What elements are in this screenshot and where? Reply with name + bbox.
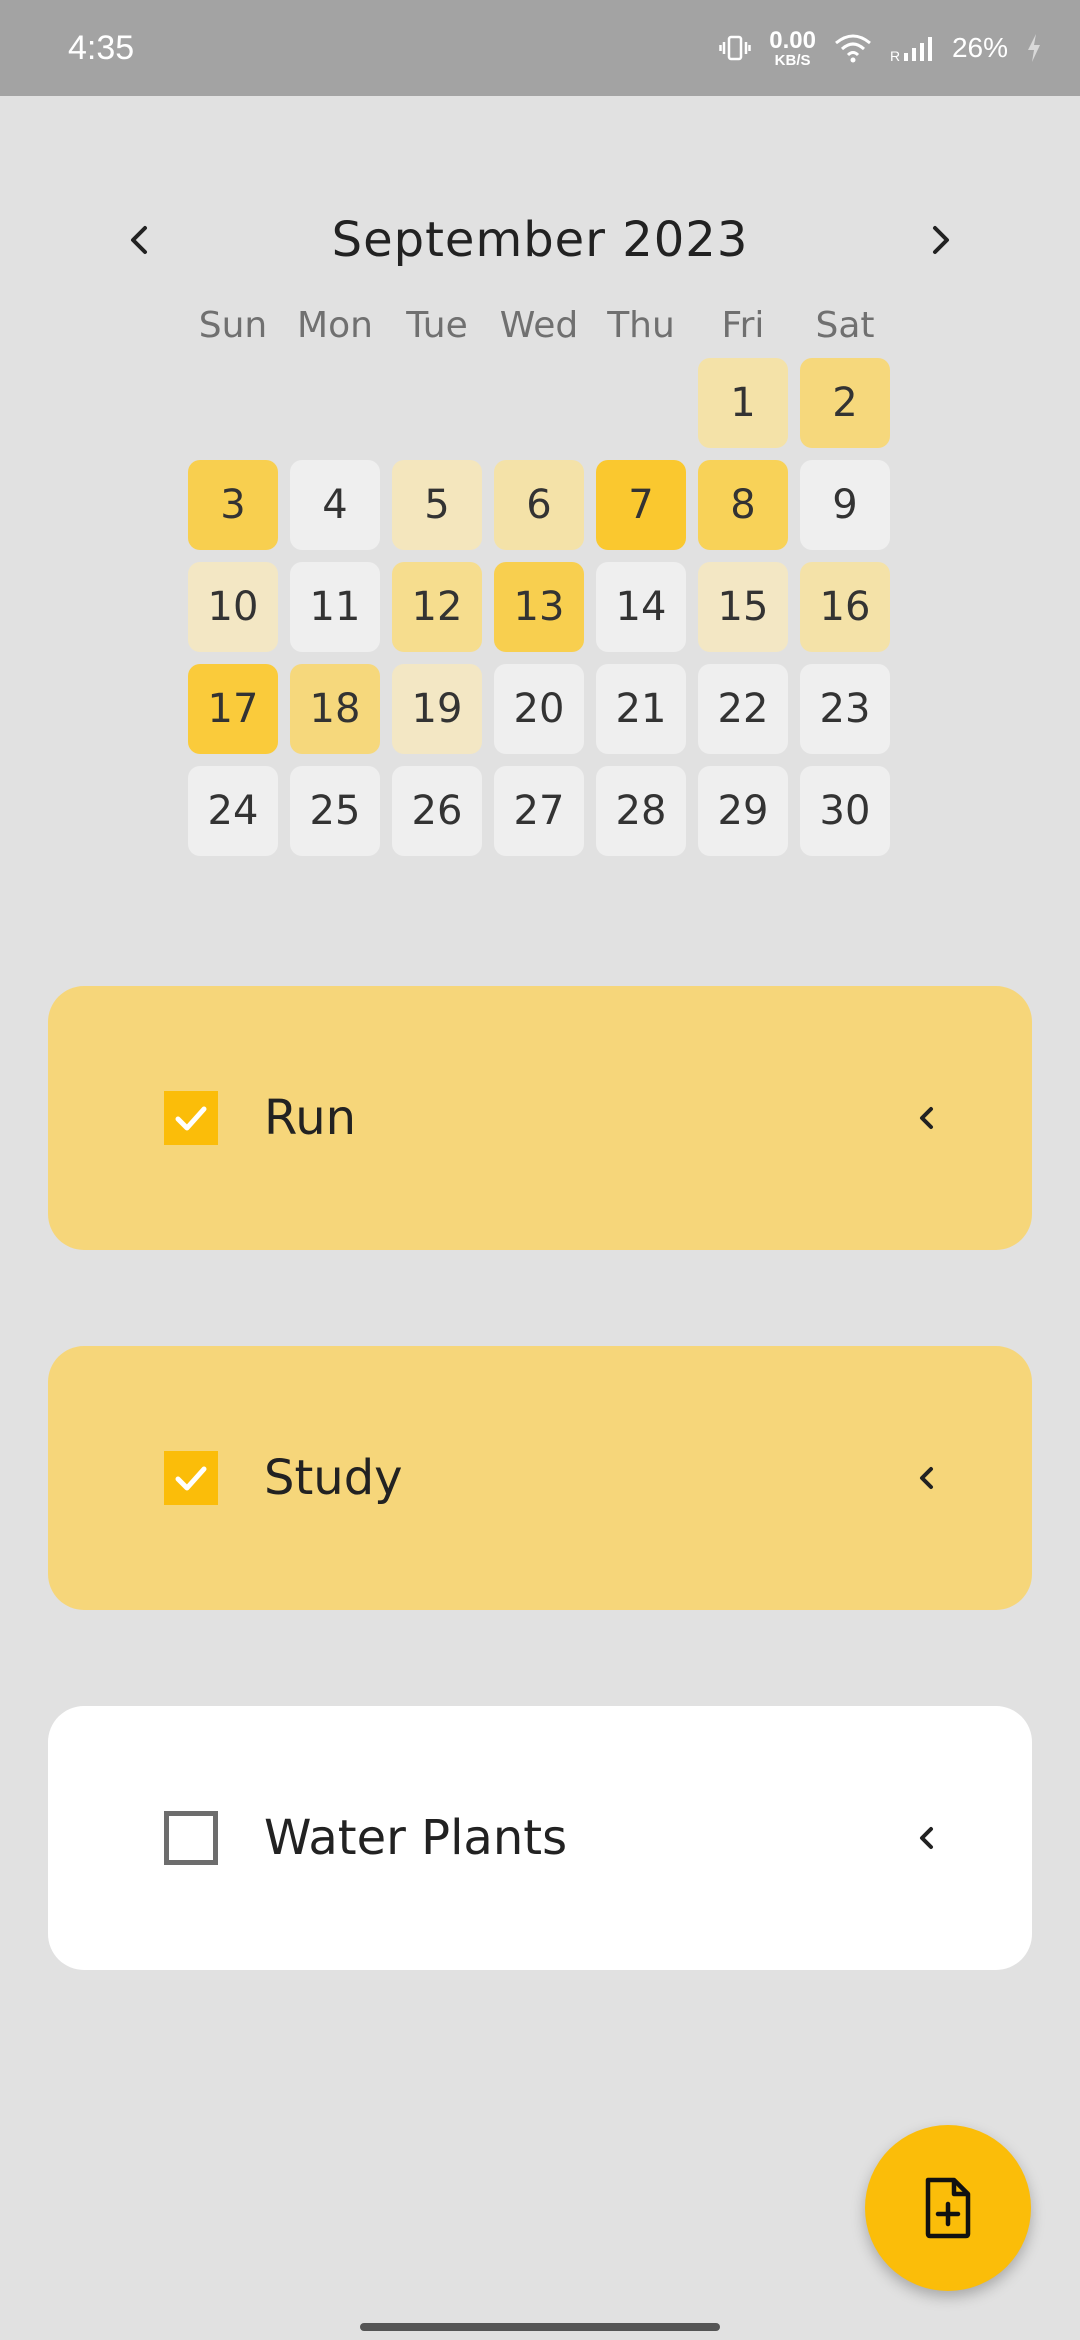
calendar-day-8[interactable]: 8 [698,460,788,550]
calendar-empty-cell [596,358,686,448]
calendar-day-7[interactable]: 7 [596,460,686,550]
network-speed-value: 0.00 [769,26,816,54]
month-title: September 2023 [331,212,749,268]
weekday-label: Mon [297,305,373,346]
calendar-day-29[interactable]: 29 [698,766,788,856]
chevron-left-icon [920,1107,933,1129]
home-indicator [360,2323,720,2331]
calendar-day-30[interactable]: 30 [800,766,890,856]
calendar-day-23[interactable]: 23 [800,664,890,754]
status-icons: 0.00 KB/S R 26% [719,26,1042,69]
calendar-day-16[interactable]: 16 [800,562,890,652]
calendar-day-26[interactable]: 26 [392,766,482,856]
task-label: Run [264,1090,357,1146]
expand-button[interactable] [902,1813,952,1863]
status-bar: 4:35 0.00 KB/S R 26% [0,0,1080,96]
calendar-day-27[interactable]: 27 [494,766,584,856]
calendar-day-13[interactable]: 13 [494,562,584,652]
calendar-day-grid: 1 2 3 4 5 6 7 8 9 10 11 12 13 14 15 16 17 18 19 20 21 22 23 24 2… [188,358,890,856]
calendar-day-18[interactable]: 18 [290,664,380,754]
expand-button[interactable] [902,1093,952,1143]
calendar-day-3[interactable]: 3 [188,460,278,550]
network-speed-unit: KB/S [774,51,811,69]
calendar-day-17[interactable]: 17 [188,664,278,754]
add-note-icon [925,2177,971,2239]
weekday-label: Sat [815,305,875,346]
weekday-label: Sun [198,305,268,346]
calendar-day-28[interactable]: 28 [596,766,686,856]
calendar-day-9[interactable]: 9 [800,460,890,550]
weekday-label: Thu [607,305,675,346]
calendar-day-24[interactable]: 24 [188,766,278,856]
check-icon [175,1106,207,1131]
weekday-label: Fri [721,305,765,346]
task-card-water-plants[interactable]: Water Plants [48,1706,1032,1970]
task-label: Study [264,1450,403,1506]
chevron-left-icon [131,226,147,254]
calendar-day-19[interactable]: 19 [392,664,482,754]
task-card-study[interactable]: Study [48,1346,1032,1610]
charging-icon [1026,32,1042,64]
calendar-day-6[interactable]: 6 [494,460,584,550]
calendar-day-22[interactable]: 22 [698,664,788,754]
expand-button[interactable] [902,1453,952,1503]
weekday-label: Wed [499,305,579,346]
status-time: 4:35 [68,28,135,67]
task-checkbox[interactable] [164,1811,218,1865]
calendar-empty-cell [188,358,278,448]
task-label: Water Plants [264,1810,568,1866]
chevron-left-icon [920,1467,933,1489]
calendar-empty-cell [494,358,584,448]
calendar-day-5[interactable]: 5 [392,460,482,550]
weekday-row: Sun Mon Tue Wed Thu Fri Sat [188,305,890,346]
wifi-icon [834,33,872,63]
calendar-empty-cell [392,358,482,448]
calendar-day-1[interactable]: 1 [698,358,788,448]
prev-month-button[interactable] [110,210,170,270]
calendar-day-15[interactable]: 15 [698,562,788,652]
svg-text:R: R [890,48,900,63]
calendar-day-21[interactable]: 21 [596,664,686,754]
network-speed: 0.00 KB/S [769,26,816,69]
chevron-right-icon [932,226,949,254]
calendar-day-20[interactable]: 20 [494,664,584,754]
weekday-label: Tue [406,305,468,346]
calendar-day-11[interactable]: 11 [290,562,380,652]
signal-icon: R [890,33,934,63]
calendar-day-10[interactable]: 10 [188,562,278,652]
calendar-day-25[interactable]: 25 [290,766,380,856]
vibrate-icon [719,32,751,64]
task-checkbox[interactable] [164,1091,218,1145]
calendar-day-4[interactable]: 4 [290,460,380,550]
task-card-run[interactable]: Run [48,986,1032,1250]
add-task-fab[interactable] [865,2125,1031,2291]
chevron-left-icon [920,1827,933,1849]
next-month-button[interactable] [910,210,970,270]
task-checkbox[interactable] [164,1451,218,1505]
calendar-day-2[interactable]: 2 [800,358,890,448]
calendar-day-14[interactable]: 14 [596,562,686,652]
calendar-header: September 2023 [110,195,970,285]
calendar-day-12[interactable]: 12 [392,562,482,652]
calendar-empty-cell [290,358,380,448]
check-icon [175,1466,207,1491]
battery-level: 26% [951,32,1008,63]
